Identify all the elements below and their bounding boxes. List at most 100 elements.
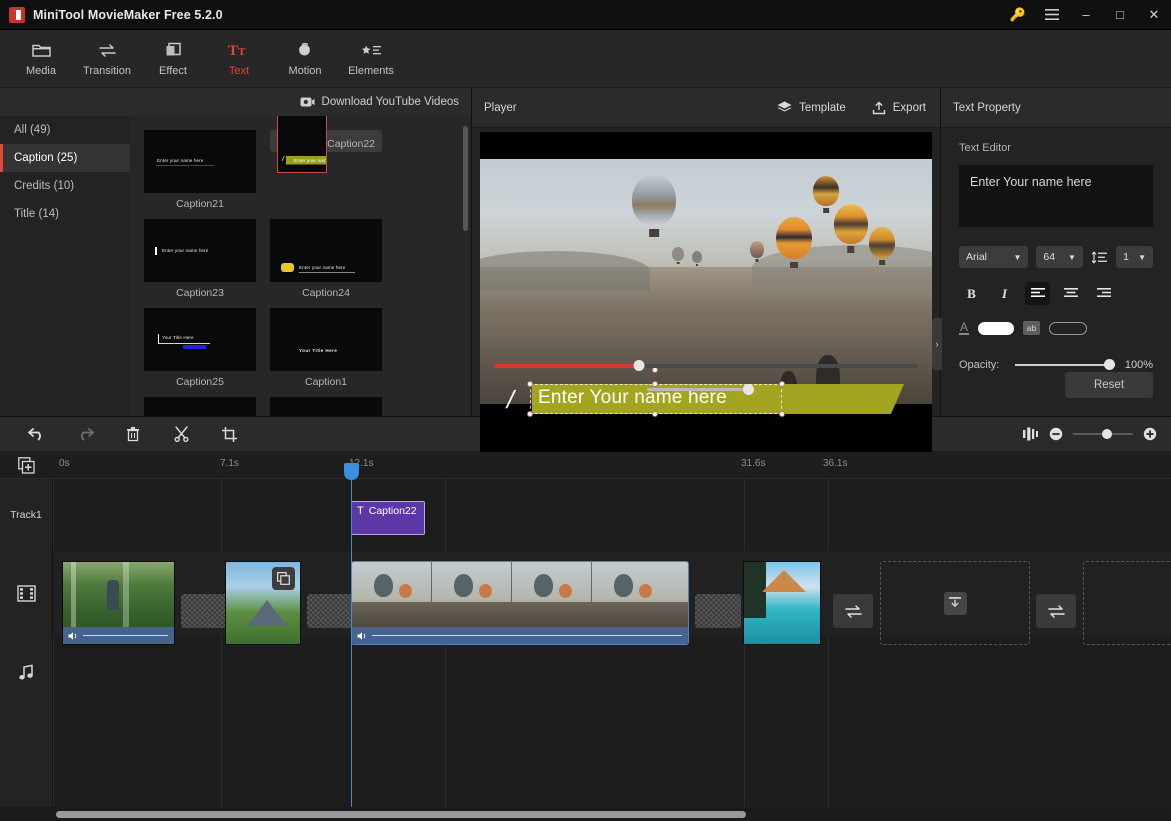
zoom-knob[interactable]: [1102, 429, 1112, 439]
template-button[interactable]: Template: [777, 101, 846, 114]
media-drop-zone-2[interactable]: [1083, 561, 1171, 645]
template-thumb-caption21[interactable]: Enter your name here: [144, 130, 256, 193]
template-thumb-caption25[interactable]: Your Title Here: [144, 308, 256, 371]
template-thumb-caption26[interactable]: # Enter your name here: [144, 397, 256, 416]
transition-placeholder-1[interactable]: [181, 594, 227, 628]
background-ab-icon[interactable]: ab: [1023, 321, 1040, 335]
transition-slot-1[interactable]: [833, 594, 873, 628]
hamburger-menu-icon[interactable]: [1035, 0, 1069, 30]
volume-slider[interactable]: [647, 388, 754, 391]
template-item-caption25[interactable]: Your Title Here Caption25: [144, 308, 256, 388]
track-header-video[interactable]: [0, 551, 52, 635]
opacity-slider[interactable]: [1015, 364, 1115, 366]
video-stage[interactable]: / Enter Your name here: [480, 132, 932, 452]
font-size-select[interactable]: 64 ▼: [1036, 246, 1082, 268]
export-button[interactable]: Export: [872, 101, 926, 115]
reset-button[interactable]: Reset: [1065, 372, 1153, 398]
zoom-slider[interactable]: [1073, 433, 1133, 435]
italic-button[interactable]: I: [992, 282, 1017, 305]
chevron-right-icon[interactable]: ›: [932, 318, 942, 370]
video-clip-forest-hiker[interactable]: [62, 561, 175, 645]
toolbar-item-media[interactable]: Media: [8, 32, 74, 86]
maximize-button[interactable]: □: [1103, 0, 1137, 30]
template-thumb-caption22[interactable]: / Enter your name here: [277, 116, 327, 173]
volume-knob[interactable]: [743, 384, 754, 395]
timeline-horizontal-scrollbar[interactable]: [56, 811, 746, 818]
align-right-icon[interactable]: [1091, 282, 1116, 305]
transition-placeholder-2[interactable]: [307, 594, 353, 628]
template-scrollbar[interactable]: [463, 126, 468, 231]
text-input[interactable]: [959, 165, 1153, 227]
font-color-A-icon[interactable]: A: [959, 322, 969, 335]
track-header-audio[interactable]: [0, 635, 52, 709]
template-item-caption1[interactable]: Your Title Here Caption1: [270, 308, 382, 388]
opacity-knob[interactable]: [1104, 359, 1115, 370]
close-button[interactable]: ✕: [1137, 0, 1171, 30]
pip-icon[interactable]: [272, 567, 295, 590]
media-drop-zone-1[interactable]: [880, 561, 1030, 645]
video-clip-lake-mountains[interactable]: [743, 561, 821, 645]
download-youtube-videos-button[interactable]: Download YouTube Videos: [300, 96, 459, 108]
resize-handle-br[interactable]: [779, 411, 785, 417]
toolbar-item-elements[interactable]: Elements: [338, 32, 404, 86]
template-item-caption22[interactable]: / Enter your name here Caption22: [270, 130, 382, 152]
video-clip-mountain-biker[interactable]: [225, 561, 301, 645]
seek-knob[interactable]: [634, 360, 645, 371]
text-track-row[interactable]: T Caption22: [53, 479, 1171, 551]
template-item-caption24[interactable]: Enter your name here Caption24: [270, 219, 382, 299]
font-color-swatch[interactable]: [978, 322, 1014, 335]
video-track-row[interactable]: [53, 551, 1171, 635]
audio-track-row[interactable]: [53, 635, 1171, 709]
scissors-icon[interactable]: [164, 419, 198, 449]
minimize-button[interactable]: –: [1069, 0, 1103, 30]
key-icon[interactable]: 🔑: [1001, 0, 1035, 30]
undo-button[interactable]: [20, 419, 54, 449]
align-center-icon[interactable]: [1058, 282, 1083, 305]
template-thumb-caption2[interactable]: YOUR TITLE HERE: [270, 397, 382, 416]
crop-icon[interactable]: [212, 419, 246, 449]
resize-handle-tl[interactable]: [527, 381, 533, 387]
template-item-caption2[interactable]: YOUR TITLE HERE: [270, 397, 382, 416]
template-item-caption23[interactable]: Enter your name here Caption23: [144, 219, 256, 299]
resize-handle-tc[interactable]: [652, 381, 658, 387]
align-left-icon[interactable]: [1025, 282, 1050, 305]
category-item-credits[interactable]: Credits (10): [0, 172, 130, 200]
track-content-area[interactable]: T Caption22: [53, 479, 1171, 807]
line-spacing-select[interactable]: 1 ▼: [1116, 246, 1153, 268]
redo-button[interactable]: [68, 419, 102, 449]
transition-placeholder-3[interactable]: [695, 594, 741, 628]
category-item-caption[interactable]: Caption (25): [0, 144, 130, 172]
transition-slot-2[interactable]: [1036, 594, 1076, 628]
background-color-swatch[interactable]: [1049, 322, 1087, 335]
zoom-out-icon[interactable]: [1049, 427, 1063, 441]
line-height-icon[interactable]: [1091, 251, 1108, 264]
template-thumb-caption23[interactable]: Enter your name here: [144, 219, 256, 282]
track-header-text[interactable]: Track1: [0, 479, 52, 551]
font-family-select[interactable]: Arial ▼: [959, 246, 1028, 268]
add-media-icon[interactable]: [0, 452, 53, 478]
toolbar-item-transition[interactable]: Transition: [74, 32, 140, 86]
template-item-caption26[interactable]: # Enter your name here: [144, 397, 256, 416]
bold-button[interactable]: B: [959, 282, 984, 305]
seek-bar[interactable]: [494, 364, 918, 368]
text-clip-caption22[interactable]: T Caption22: [351, 501, 425, 535]
toolbar-item-motion[interactable]: Motion: [272, 32, 338, 86]
toolbar-item-text[interactable]: T T Text: [206, 32, 272, 86]
resize-handle-tr[interactable]: [779, 381, 785, 387]
template-item-caption21[interactable]: Enter your name here Caption21: [144, 130, 256, 210]
template-thumb-caption1[interactable]: Your Title Here: [270, 308, 382, 371]
zoom-in-icon[interactable]: [1143, 427, 1157, 441]
category-item-all[interactable]: All (49): [0, 116, 130, 144]
split-view-icon[interactable]: [1023, 427, 1039, 441]
trash-icon[interactable]: [116, 419, 150, 449]
toolbar-item-effect[interactable]: Effect: [140, 32, 206, 86]
video-clip-balloons[interactable]: [351, 561, 689, 645]
player-title: Player: [484, 102, 517, 114]
template-thumb-caption24[interactable]: Enter your name here: [270, 219, 382, 282]
resize-handle-bl[interactable]: [527, 411, 533, 417]
playhead[interactable]: [351, 479, 352, 807]
category-item-title[interactable]: Title (14): [0, 200, 130, 228]
ruler-track[interactable]: 0s 7.1s 12.1s 31.6s 36.1s: [53, 452, 1171, 478]
resize-handle-bc[interactable]: [652, 411, 658, 417]
playhead-handle[interactable]: [344, 463, 359, 480]
